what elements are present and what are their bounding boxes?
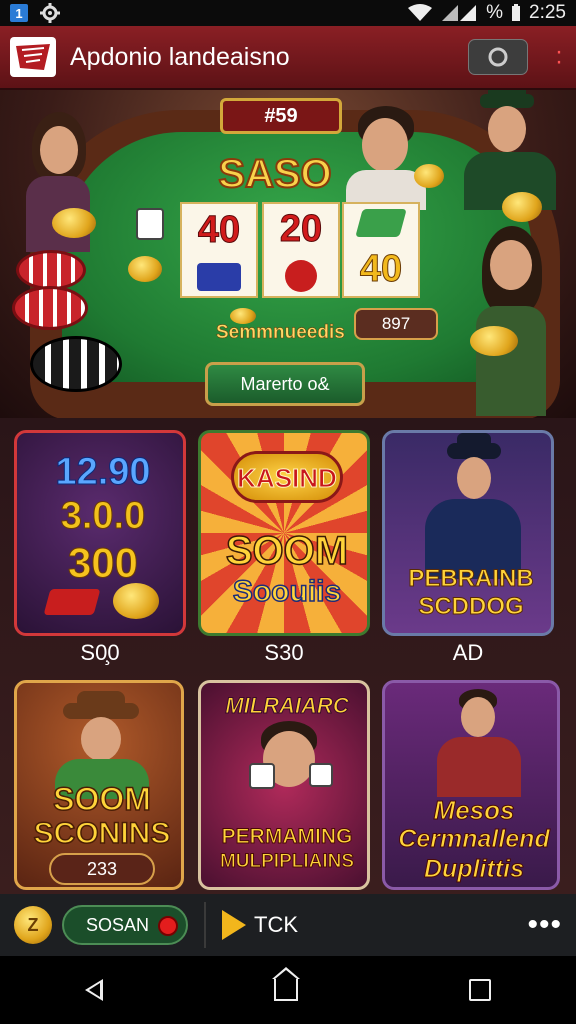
bottom-toolbar: Z SOSAN TCK ••• <box>0 894 576 956</box>
host-face <box>81 717 121 761</box>
game-tile-1[interactable]: 12.90 3.0.0 300 <box>14 430 186 636</box>
red-chip-icon <box>285 259 317 292</box>
coin <box>128 256 162 282</box>
cash-icon <box>43 589 101 615</box>
tile-line: KASIND <box>237 463 338 494</box>
tile-line: SOOM <box>225 528 349 574</box>
tile-line: SCDDOG <box>418 593 524 621</box>
tile-caption-1: S0̧0 <box>80 640 120 665</box>
sosan-label: SOSAN <box>86 914 150 935</box>
divider <box>204 902 206 948</box>
wifi-icon <box>408 4 433 21</box>
search-icon <box>488 47 508 67</box>
player-right-woman <box>470 226 560 416</box>
profile-button[interactable] <box>468 39 528 75</box>
tile-line: Soouiis <box>232 574 342 609</box>
host-face <box>461 697 495 737</box>
dice-icon <box>136 208 164 240</box>
coin <box>113 583 159 619</box>
gear-icon <box>40 3 60 23</box>
value-card-2: 20 <box>262 202 340 298</box>
game-tile-2[interactable]: KASIND SOOM Soouiis <box>198 430 370 636</box>
hero-action-button[interactable]: Marerto o& <box>205 362 365 406</box>
battery-icon <box>512 4 521 21</box>
player-right-hat <box>454 90 564 210</box>
tile-line: MILRAIARC <box>225 693 349 719</box>
hat <box>77 691 125 709</box>
overflow-menu-icon[interactable]: · · <box>552 40 566 74</box>
coin <box>414 164 444 188</box>
tile-caption-2: S30 <box>264 640 304 665</box>
chip-stack-black <box>30 336 122 392</box>
hat <box>457 433 491 449</box>
tile-line: PERMAMING <box>221 825 353 849</box>
coin <box>52 208 96 238</box>
tile-line: MULPIPLIAINS <box>219 851 355 873</box>
player-center <box>340 106 430 210</box>
tile-line: 300 <box>67 539 139 587</box>
game-tile-5[interactable]: MILRAIARC PERMAMING MULPIPLIAINS <box>198 680 370 890</box>
game-tile-3[interactable]: PEBRAINB SCDDOG <box>382 430 554 636</box>
value-card-3: 40 <box>342 202 420 298</box>
home-icon[interactable] <box>271 967 300 1001</box>
status-bar: 1 % 2:25 <box>0 0 576 26</box>
coin <box>502 192 542 222</box>
card-value: 40 <box>197 209 241 252</box>
bet-amount-box: 897 <box>354 308 438 340</box>
app-title: Apdonio landeaisno <box>70 42 290 71</box>
signal-icon <box>442 5 477 21</box>
battery-indicator: % <box>486 2 504 23</box>
app-logo[interactable] <box>10 37 56 77</box>
tile-line: Cermnallend <box>398 825 550 854</box>
tile-badge: 233 <box>49 853 155 885</box>
game-tile-4[interactable]: SOOM SCONINS 233 <box>14 680 184 890</box>
card-value: 40 <box>359 247 403 290</box>
game-tile-6[interactable]: Mesos Cermnallend Duplittis <box>382 680 560 890</box>
coin-balance-icon[interactable]: Z <box>14 906 52 944</box>
play-label[interactable]: TCK <box>254 912 298 938</box>
card-value: 20 <box>279 208 323 251</box>
table-number-plaque: #59 <box>220 98 342 134</box>
tile-caption-3: AD <box>452 640 484 665</box>
tile-line: Duplittis <box>424 855 525 884</box>
dice-icon <box>249 763 275 789</box>
back-icon[interactable] <box>85 979 104 1001</box>
tile-line: Mesos <box>433 795 515 826</box>
chip-stack-red-2 <box>12 286 88 330</box>
felt-label: Semmnueedis <box>216 322 345 344</box>
cash-icon <box>355 209 407 238</box>
logo-icon <box>16 44 50 70</box>
host-face <box>457 457 491 499</box>
sosan-button[interactable]: SOSAN <box>62 905 188 945</box>
hero-title: SASO <box>217 151 332 197</box>
value-card-1: 40 <box>180 202 258 298</box>
chips-icon <box>197 262 241 291</box>
coin <box>470 326 518 356</box>
chip-stack-red <box>16 250 86 290</box>
recent-apps-icon[interactable] <box>468 979 491 1001</box>
hero-banner[interactable]: #59 SASO 40 20 40 Semmnueedis 897 Marert… <box>0 90 576 418</box>
tile-line: SOOM <box>52 780 151 818</box>
system-nav-bar <box>0 956 576 1024</box>
record-dot-icon <box>158 916 178 936</box>
dice-icon <box>309 763 333 787</box>
status-time: 2:25 <box>529 2 566 23</box>
host-body <box>437 737 521 797</box>
more-options-icon[interactable]: ••• <box>527 910 562 940</box>
tile-line: 12.90 <box>55 451 151 494</box>
app-bar: Apdonio landeaisno · · <box>0 26 576 90</box>
game-grid: 12.90 3.0.0 300 S0̧0 KASIND SOOM Soouiis… <box>0 418 576 894</box>
tile-line: 3.0.0 <box>60 495 146 538</box>
play-icon[interactable] <box>222 910 246 940</box>
tile-line: SCONINS <box>33 816 171 851</box>
notification-badge: 1 <box>10 4 28 22</box>
tile-line: PEBRAINB <box>408 565 534 593</box>
